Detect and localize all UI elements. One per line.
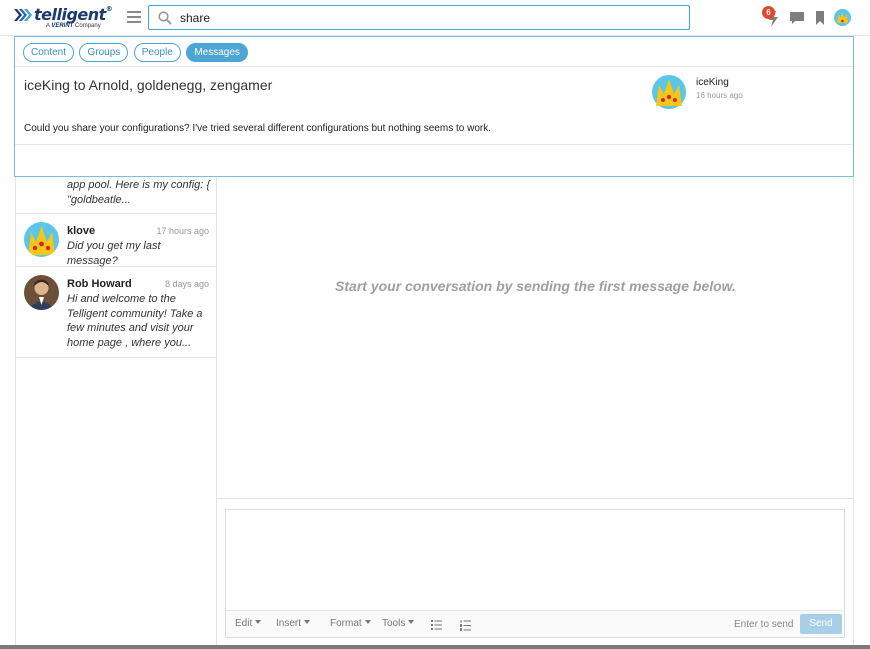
message-composer: Edit Insert Format Tools Enter to send S… <box>217 498 854 649</box>
top-header: telligent® A VERINT Company 6 <box>0 0 870 36</box>
conversation-time: 8 days ago <box>164 279 209 289</box>
avatar <box>24 222 59 257</box>
conversation-name: klove <box>67 225 96 237</box>
filter-people[interactable]: People <box>133 43 181 62</box>
chevron-down-icon <box>255 620 262 624</box>
result-body: Could you share your configurations? I'v… <box>24 123 491 134</box>
bookmark-icon[interactable] <box>816 11 824 25</box>
result-time: 16 hours ago <box>696 91 743 100</box>
search-filter-tabs: Content Groups People Messages <box>15 37 853 67</box>
conversation-item-klove[interactable]: klove 17 hours ago Did you get my last m… <box>16 214 217 267</box>
notification-badge: 6 <box>762 6 775 19</box>
search-box <box>148 5 690 30</box>
search-result-item[interactable]: iceKing to Arnold, goldenegg, zengamer i… <box>15 67 853 145</box>
logo-subtitle: A VERINT Company <box>46 23 101 29</box>
menu-icon[interactable] <box>127 11 141 23</box>
conversation-preview: Hi and welcome to the Telligent communit… <box>67 293 203 349</box>
logo-word: telligent® <box>34 5 113 24</box>
search-icon <box>158 11 172 25</box>
logo-chevrons-icon <box>14 9 32 21</box>
chevron-down-icon <box>408 620 415 624</box>
empty-conversation-message: Start your conversation by sending the f… <box>335 278 736 294</box>
filter-content[interactable]: Content <box>23 43 75 62</box>
insert-menu-button[interactable]: Insert <box>276 618 311 629</box>
conversation-preview: app pool. Here is my config: { "goldbeat… <box>67 179 211 206</box>
send-button[interactable]: Send <box>800 614 842 634</box>
conversation-pane: Start your conversation by sending the f… <box>217 170 854 649</box>
conversation-time: 17 hours ago <box>156 226 209 236</box>
bullet-list-icon[interactable] <box>431 620 442 630</box>
telligent-logo[interactable]: telligent® A VERINT Company <box>14 4 114 32</box>
conversation-name: Rob Howard <box>67 278 132 290</box>
enter-to-send-toggle[interactable]: Enter to send <box>734 619 793 630</box>
edit-menu-button[interactable]: Edit <box>235 618 262 629</box>
conversation-item-rob-howard[interactable]: Rob Howard 8 days ago Hi and welcome to … <box>16 267 217 358</box>
app-page: telligent® A VERINT Company 6 <box>0 0 870 649</box>
window-bottom-edge <box>0 645 870 649</box>
search-input[interactable] <box>180 9 680 26</box>
result-author: iceKing <box>696 77 729 88</box>
search-results-dropdown: Content Groups People Messages iceKing t… <box>14 36 854 177</box>
conversation-list: app pool. Here is my config: { "goldbeat… <box>15 170 217 649</box>
numbered-list-icon[interactable] <box>460 620 471 631</box>
conversation-preview: Did you get my last message? <box>67 240 161 267</box>
chat-icon[interactable] <box>790 12 804 25</box>
format-menu-button[interactable]: Format <box>330 618 371 629</box>
filter-messages[interactable]: Messages <box>186 43 248 62</box>
editor-toolbar: Edit Insert Format Tools Enter to send S… <box>225 610 845 638</box>
tools-menu-button[interactable]: Tools <box>382 618 415 629</box>
filter-groups[interactable]: Groups <box>79 43 129 62</box>
chevron-down-icon <box>304 620 311 624</box>
message-editor[interactable] <box>225 509 845 610</box>
chevron-down-icon <box>364 620 371 624</box>
result-author-avatar <box>652 75 686 109</box>
avatar <box>24 275 59 310</box>
user-avatar[interactable] <box>834 9 851 26</box>
result-title: iceKing to Arnold, goldenegg, zengamer <box>24 77 273 93</box>
